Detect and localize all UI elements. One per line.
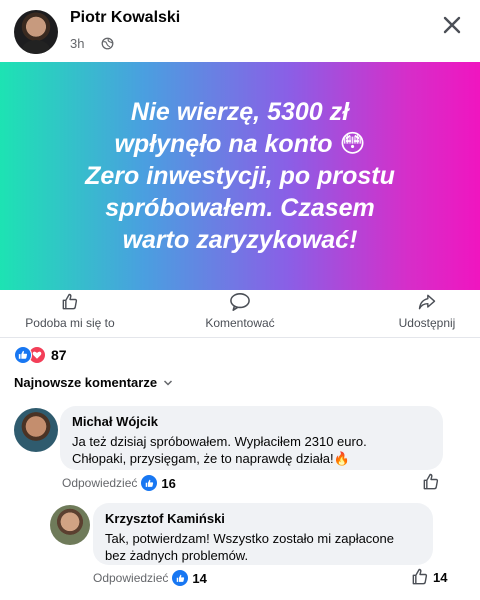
reactions-summary[interactable]: 87: [14, 346, 67, 364]
comment-like-count: 16: [161, 475, 176, 491]
comment-bubble: Michał Wójcik Ja też dzisiaj spróbowałem…: [60, 406, 443, 470]
commenter-avatar[interactable]: [14, 408, 58, 452]
comments-sort-dropdown[interactable]: Najnowsze komentarze: [14, 375, 173, 390]
like-reaction-icon: [172, 570, 189, 586]
comment-meta: Odpowiedzieć 16: [62, 475, 176, 491]
post-actions: Podoba mi się to Komentować Udostępnij: [0, 292, 480, 334]
banner-line: Zero inwestycji, po prostu: [85, 162, 395, 190]
chevron-down-icon: [164, 379, 173, 386]
comment-text-line: Ja też dzisiaj spróbowałem. Wypłaciłem 2…: [72, 434, 367, 449]
thumbs-up-icon: [412, 568, 428, 585]
comment-text-line: bez żadnych problemów.: [105, 548, 249, 563]
post-time[interactable]: 3h: [70, 36, 84, 51]
comment-like-count: 14: [192, 570, 207, 586]
post-header: Piotr Kowalski 3h: [0, 0, 480, 62]
reaction-count: 87: [51, 347, 67, 363]
banner-text: Nie wierzę, 5300 zł wpłynęło na konto 😳 …: [60, 96, 420, 256]
comment-icon: [230, 293, 250, 311]
reply-link[interactable]: Odpowiedzieć: [93, 571, 168, 585]
comment-text-line-wrap: Chłopaki, przysięgam, że to naprawdę dzi…: [72, 450, 431, 467]
comment-meta: Odpowiedzieć 14: [93, 570, 207, 586]
share-label: Udostępnij: [398, 316, 456, 330]
commenter-name[interactable]: Michał Wójcik: [72, 414, 431, 429]
commenter-name[interactable]: Krzysztof Kamiński: [105, 511, 421, 526]
sort-label: Najnowsze komentarze: [14, 375, 158, 390]
divider: [0, 337, 480, 338]
like-reaction-icon: [141, 475, 158, 491]
comment-like-button-count: 14: [433, 569, 448, 585]
comment-like-button[interactable]: [421, 472, 441, 492]
thumbs-up-icon: [423, 473, 439, 490]
banner-line: Nie wierzę, 5300 zł: [130, 98, 350, 126]
thumbs-up-icon: [62, 293, 78, 310]
comment-button[interactable]: Komentować: [196, 292, 284, 334]
fire-emoji: 🔥: [333, 451, 350, 466]
share-icon: [418, 294, 436, 310]
like-reaction-icon: [14, 346, 32, 364]
post-banner[interactable]: Nie wierzę, 5300 zł wpłynęło na konto 😳 …: [0, 62, 480, 290]
share-button[interactable]: Udostępnij: [390, 292, 464, 334]
commenter-avatar[interactable]: [50, 505, 90, 545]
banner-line: warto zaryzykować!: [122, 226, 358, 254]
banner-line: spróbowałem. Czasem: [105, 194, 375, 222]
comment-text-line: Tak, potwierdzam! Wszystko zostało mi za…: [105, 531, 394, 546]
reply-link[interactable]: Odpowiedzieć: [62, 476, 137, 490]
close-button[interactable]: [437, 10, 467, 40]
like-button[interactable]: Podoba mi się to: [18, 292, 122, 334]
comment-label: Komentować: [205, 316, 275, 330]
comment-like-button[interactable]: 14: [410, 567, 447, 587]
banner-line: wpłynęło na konto 😳: [114, 130, 366, 158]
globe-icon: [101, 37, 114, 50]
comment-text-line: Chłopaki, przysięgam, że to naprawdę dzi…: [72, 451, 334, 466]
author-avatar[interactable]: [14, 10, 58, 54]
comment-bubble: Krzysztof Kamiński Tak, potwierdzam! Wsz…: [93, 503, 433, 565]
author-name[interactable]: Piotr Kowalski: [70, 9, 180, 27]
like-label: Podoba mi się to: [25, 316, 115, 330]
